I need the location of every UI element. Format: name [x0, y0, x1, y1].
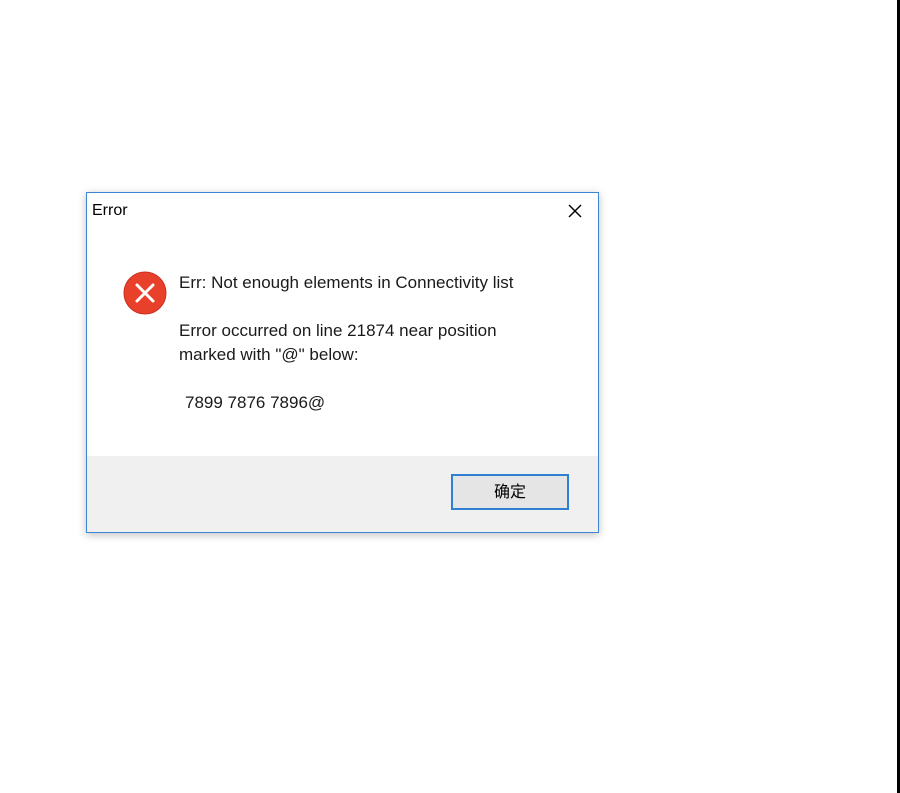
close-icon	[568, 204, 582, 218]
ok-button[interactable]: 确定	[451, 474, 569, 510]
error-location-line1: Error occurred on line 21874 near positi…	[179, 321, 497, 340]
error-context: 7899 7876 7896@	[185, 393, 326, 412]
dialog-title: Error	[92, 202, 128, 219]
message-area: Err: Not enough elements in Connectivity…	[87, 229, 598, 457]
title-bar[interactable]: Error	[87, 193, 598, 229]
close-button[interactable]	[558, 196, 592, 226]
error-dialog: Error Err: Not enough elements in Connec…	[86, 192, 599, 533]
error-icon	[123, 271, 167, 315]
button-bar: 确定	[87, 456, 598, 532]
error-message: Err: Not enough elements in Connectivity…	[179, 273, 514, 292]
error-location-line2: marked with "@" below:	[179, 345, 359, 364]
